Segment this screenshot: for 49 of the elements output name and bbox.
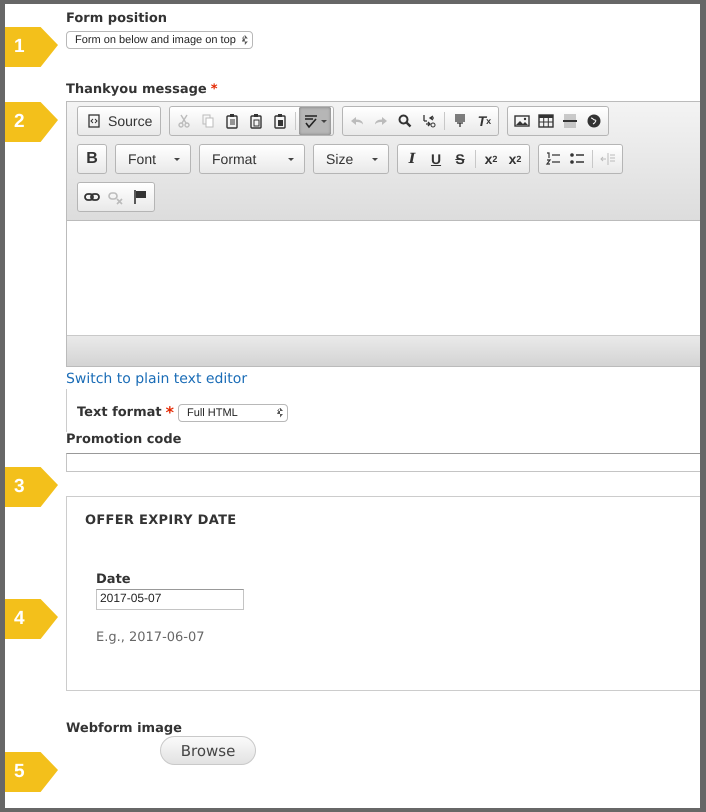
date-field[interactable]: 2017-05-07	[96, 589, 244, 610]
bulleted-list-icon	[569, 151, 585, 167]
format-button[interactable]: x$^{2}$	[503, 147, 527, 171]
search-icon	[397, 113, 414, 129]
outdent-icon	[600, 151, 616, 167]
input-field[interactable]	[66, 453, 700, 472]
format-button[interactable]: U	[424, 147, 448, 171]
image-icon	[514, 113, 530, 129]
check-icon	[303, 113, 320, 129]
format-button[interactable]: B	[80, 147, 104, 171]
clipboard-icon	[248, 113, 264, 129]
field-label: Promotion code	[66, 432, 182, 447]
flag-icon	[132, 189, 148, 205]
clipboard-icon	[272, 113, 288, 129]
format-button[interactable]: S	[448, 147, 472, 171]
clipboard-icon	[224, 113, 240, 129]
browse-button[interactable]: Browse	[160, 736, 256, 765]
field-label: Thankyou message	[66, 82, 207, 97]
step-marker: 5	[5, 752, 58, 792]
step-marker: 2	[5, 102, 58, 142]
field-label: Webform image	[66, 721, 183, 736]
spellcheck-button[interactable]	[299, 107, 332, 135]
replace-icon	[421, 113, 438, 129]
dropdown[interactable]: Format	[202, 147, 302, 171]
field-label: Form position	[66, 11, 168, 26]
field-label: Text format	[77, 405, 162, 420]
select-field[interactable]: Form on below and image on top	[66, 31, 253, 49]
table-icon	[538, 113, 554, 129]
dropdown[interactable]: Font	[118, 147, 188, 171]
source-button[interactable]: Source	[80, 109, 158, 133]
numbered-list-icon	[545, 151, 561, 167]
field-label: Date	[96, 572, 132, 587]
scissors-icon	[176, 113, 192, 129]
caret-icon	[321, 120, 328, 122]
fieldset-legend: OFFER EXPIRY DATE	[85, 513, 236, 528]
copy-icon	[200, 113, 216, 129]
hint-text: E.g., 2017-06-07	[96, 630, 205, 645]
step-marker: 4	[5, 599, 58, 639]
step-marker: 1	[5, 27, 58, 67]
format-button[interactable]: I	[400, 147, 424, 171]
unlink-icon	[108, 189, 124, 205]
horizontal-line-icon	[562, 113, 578, 129]
required-mark: *	[166, 403, 174, 422]
dropdown[interactable]: Size	[316, 147, 386, 171]
select-field[interactable]: Full HTML	[178, 404, 288, 422]
required-mark: *	[210, 82, 218, 97]
document-icon	[86, 113, 102, 129]
step-marker: 3	[5, 467, 58, 507]
switch-editor-link[interactable]: Switch to plain text editor	[66, 371, 248, 387]
